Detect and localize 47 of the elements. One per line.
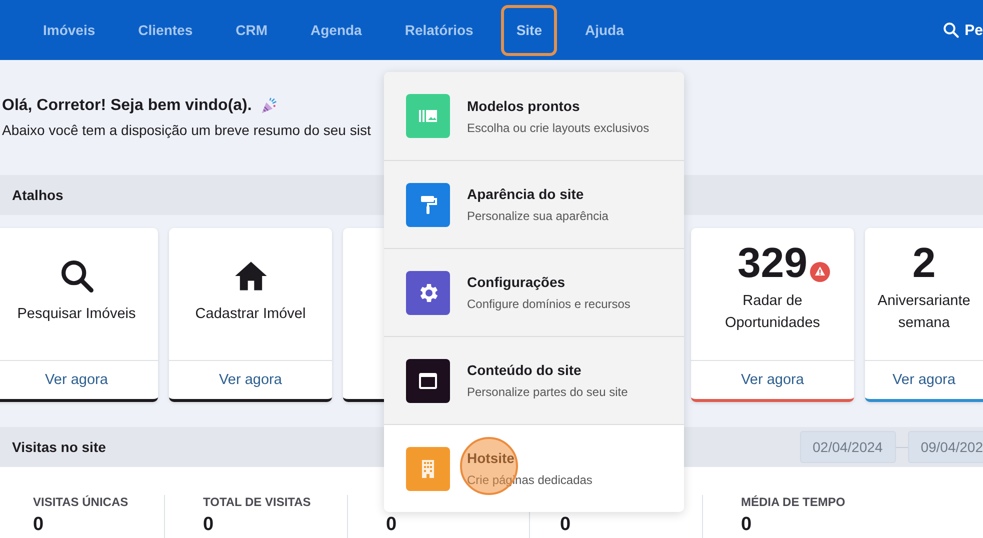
party-popper-icon (260, 97, 278, 115)
menu-item-description: Personalize sua aparência (467, 209, 608, 223)
view-now-link[interactable]: Ver agora (741, 372, 804, 388)
count-number: 2 (912, 238, 936, 288)
search-label[interactable]: Pe (964, 22, 983, 38)
menu-item[interactable]: Aparência do site Personalize sua aparência (384, 160, 684, 248)
menu-item-title: Aparência do site (467, 186, 585, 202)
view-now-link[interactable]: Ver agora (45, 372, 108, 388)
nav-menu-item[interactable]: Clientes (123, 4, 208, 56)
view-now-link[interactable]: Ver agora (892, 372, 956, 388)
menu-item[interactable]: Modelos prontos Escolha ou crie layouts exclusivos (384, 72, 684, 160)
search-icon (942, 21, 960, 39)
card-label: Cadastrar Imóvel (194, 305, 307, 324)
nav-menu-item[interactable]: Agenda (296, 4, 377, 56)
menu-item[interactable]: Configurações Configure domínios e recursos (384, 248, 684, 336)
section-title: Visitas no site (12, 439, 106, 455)
nav-menu-item[interactable]: Site (501, 4, 557, 56)
stat-label: VISITAS ÚNICAS (33, 495, 130, 511)
card-label: Aniversariante semana (876, 292, 972, 333)
view-now-link[interactable]: Ver agora (219, 372, 282, 388)
nav-menu-item[interactable]: Relatórios (390, 4, 488, 56)
stat-value: 0 (203, 515, 215, 535)
nav-menu-item[interactable]: CRM (220, 4, 282, 56)
card-label: Radar de Oportunidades (724, 292, 822, 333)
section-title: Atalhos (12, 187, 64, 203)
greeting-title: Olá, Corretor! Seja bem vindo(a). (2, 97, 252, 115)
menu-item-title: Hotsite (467, 450, 516, 466)
nav-menu-item[interactable]: Imóveis (28, 4, 110, 56)
menu-item-title: Configurações (467, 274, 566, 290)
menu-item-description: Configure domínios e recursos (467, 297, 630, 311)
stat-label: MÉDIA DE TEMPO (741, 495, 846, 511)
menu-item-description: Personalize partes do seu site (467, 385, 628, 399)
date-field[interactable]: 09/04/202 (908, 431, 983, 463)
menu-item-description: Escolha ou crie layouts exclusivos (467, 120, 650, 134)
stat-value: 0 (560, 515, 572, 535)
card-label: Pesquisar Imóveis (16, 305, 137, 324)
nav-menu-item[interactable]: Ajuda (570, 4, 639, 56)
menu-item-title: Conteúdo do site (467, 362, 582, 378)
stat-label: TOTAL DE VISITAS (203, 495, 312, 511)
greeting-subtitle: Abaixo você tem a disposição um breve resumo do seu sist (2, 122, 371, 138)
date-field[interactable]: 02/04/2024 (800, 431, 896, 463)
count-number: 329 (737, 238, 808, 288)
menu-item[interactable]: Conteúdo do site Personalize partes do seu site (384, 336, 684, 424)
menu-item-title: Modelos prontos (467, 98, 581, 114)
stat-value: 0 (33, 515, 45, 535)
stat-value: 0 (741, 515, 753, 535)
stat-value: 0 (386, 515, 398, 535)
